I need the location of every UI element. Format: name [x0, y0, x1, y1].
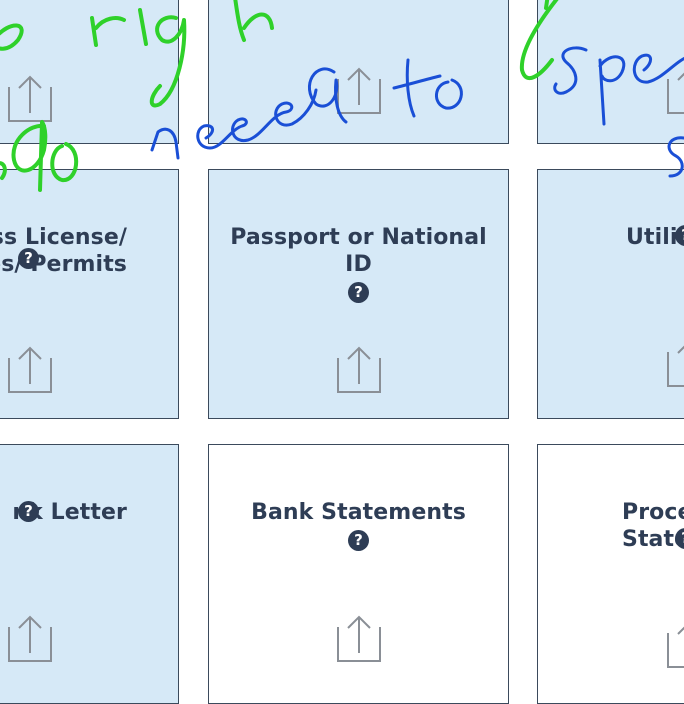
card-title: Passport or National ID ? — [209, 197, 508, 330]
upload-icon — [337, 67, 381, 114]
card-title: Bank Statements ? — [209, 472, 508, 578]
card-title-text: Passport or National ID — [230, 225, 487, 277]
card-title: nk Letter — [0, 472, 127, 526]
question-circle-icon[interactable]: ? — [18, 248, 39, 269]
upload-card-drivers-license[interactable]: ess License/ ates/ Permits ? — [0, 169, 179, 419]
upload-card-passport[interactable]: Passport or National ID ? — [208, 169, 509, 419]
card-title: ess License/ ates/ Permits — [0, 197, 127, 278]
question-circle-icon[interactable]: ? — [18, 501, 39, 522]
upload-icon — [337, 615, 381, 662]
upload-card-bank-letter[interactable]: nk Letter ? — [0, 444, 179, 704]
upload-icon — [667, 345, 684, 387]
upload-card-processing-statements[interactable]: Proce State ? — [537, 444, 684, 704]
card-title-text: ess License/ ates/ Permits — [0, 225, 127, 277]
card-title-text: Bank Statements — [251, 500, 466, 525]
question-circle-icon[interactable]: ? — [348, 530, 369, 551]
upload-icon — [8, 75, 52, 122]
upload-icon — [8, 615, 52, 662]
upload-card-top-right[interactable] — [537, 0, 684, 144]
upload-card-top-left[interactable] — [0, 0, 179, 144]
upload-icon — [337, 346, 381, 393]
question-circle-icon[interactable]: ? — [348, 282, 369, 303]
card-title: Utility — [626, 197, 684, 251]
upload-card-utility[interactable]: Utility ? — [537, 169, 684, 419]
upload-card-top-center[interactable] — [208, 0, 509, 144]
card-title-text: Proce State — [622, 500, 684, 552]
upload-icon — [667, 626, 684, 668]
upload-icon — [667, 72, 684, 114]
upload-card-bank-statements[interactable]: Bank Statements ? — [208, 444, 509, 704]
upload-icon — [8, 346, 52, 393]
